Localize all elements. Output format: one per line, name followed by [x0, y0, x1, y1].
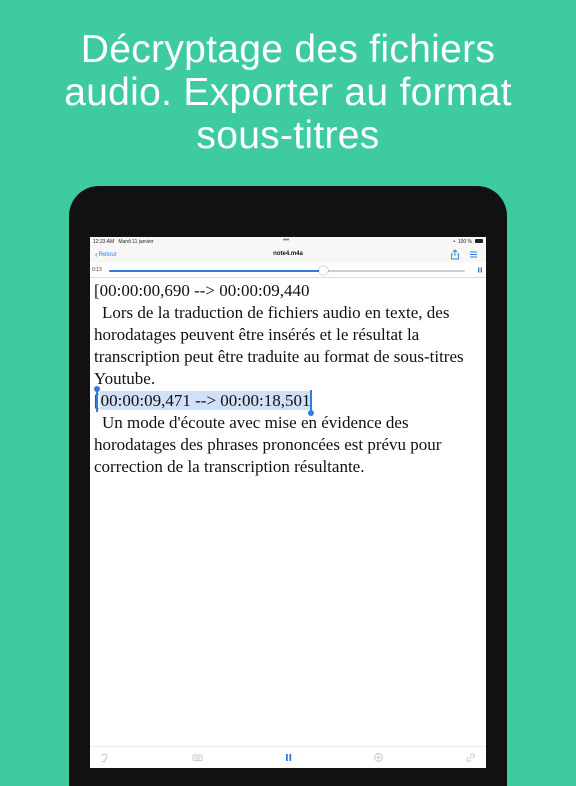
battery-icon	[475, 239, 483, 243]
battery-label: 100 %	[457, 239, 472, 245]
selection-end-handle[interactable]	[308, 390, 315, 416]
playback-bar: 0:13	[90, 263, 486, 278]
status-time-date: 12:23 AM Mardi 11 janvier	[93, 239, 154, 245]
playback-slider[interactable]	[109, 266, 465, 275]
segment-2-text: Un mode d'écoute avec mise en évidence d…	[94, 413, 442, 476]
navigation-bar: ‹Retour note4.m4a	[90, 247, 486, 263]
playback-progress	[109, 270, 323, 272]
transcript-text[interactable]: [00:00:00,690 --> 00:00:09,440 Lors de l…	[94, 280, 482, 478]
text-selection[interactable]: [00:00:09,471 --> 00:00:18,501	[94, 386, 315, 416]
plus-circle-icon[interactable]	[373, 752, 384, 763]
ear-icon[interactable]	[99, 752, 110, 763]
segment-2-timestamp: [00:00:09,471 --> 00:00:18,501	[94, 386, 482, 416]
status-right: ⚬ 100 %	[452, 239, 472, 245]
headline-line-3: sous-titres	[196, 114, 380, 157]
segment-1-timestamp: [00:00:00,690 --> 00:00:09,440	[94, 281, 310, 300]
promo-headline: Décryptage des fichiers audio. Exporter …	[0, 28, 576, 157]
multitasking-dots-icon[interactable]: •••	[283, 237, 289, 244]
wifi-icon: ⚬	[452, 239, 457, 245]
document-title: note4.m4a	[273, 251, 303, 257]
list-icon[interactable]	[469, 249, 478, 260]
headline-line-2: audio. Exporter au format	[64, 71, 512, 114]
pause-icon[interactable]	[477, 267, 483, 273]
headline-line-1: Décryptage des fichiers	[80, 28, 496, 71]
pause-icon[interactable]	[283, 752, 294, 763]
link-icon[interactable]	[465, 752, 476, 763]
selected-timestamp: 00:00:09,471 --> 00:00:18,501	[99, 391, 312, 410]
playback-knob[interactable]	[318, 266, 328, 275]
segment-1-text: Lors de la traduction de fichiers audio …	[94, 303, 464, 388]
share-icon[interactable]	[450, 249, 460, 260]
elapsed-time: 0:13	[92, 267, 102, 273]
selection-start-handle[interactable]	[94, 386, 100, 412]
status-bar: 12:23 AM Mardi 11 janvier ••• ⚬ 100 %	[90, 237, 486, 247]
keyboard-icon[interactable]	[192, 752, 203, 763]
bottom-toolbar	[90, 746, 486, 768]
app-screen: 12:23 AM Mardi 11 janvier ••• ⚬ 100 % ‹R…	[90, 237, 486, 768]
